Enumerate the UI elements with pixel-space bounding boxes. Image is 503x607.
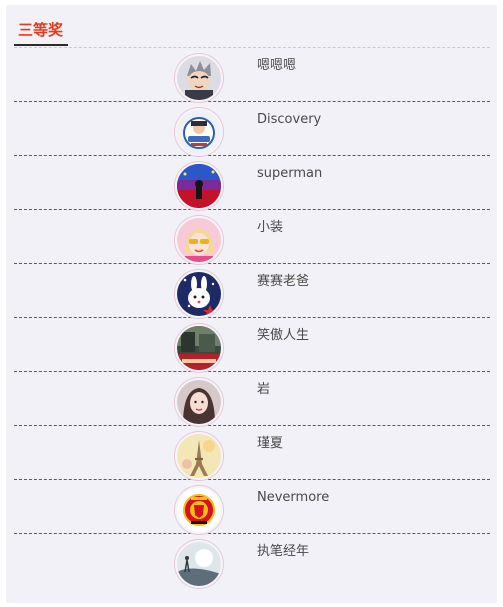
- winner-name: 执笔经年: [257, 544, 310, 559]
- winner-name: 岩: [257, 382, 271, 397]
- china-jiayou-avatar-icon: [175, 324, 223, 372]
- winner-name: 瑾夏: [257, 436, 284, 451]
- girl-sunglasses-avatar-icon: [175, 216, 223, 264]
- badge-emblem-avatar-icon: [175, 108, 223, 156]
- woman-portrait-avatar-icon: [175, 378, 223, 426]
- list-item: 嗯嗯嗯: [14, 48, 490, 102]
- winner-name: Discovery: [257, 112, 322, 127]
- list-item: 岩: [14, 372, 490, 426]
- list-item: 瑾夏: [14, 426, 490, 480]
- winner-name: superman: [257, 166, 323, 181]
- list-item: superman: [14, 156, 490, 210]
- list-item: Nevermore: [14, 480, 490, 534]
- winner-name: 嗯嗯嗯: [257, 58, 297, 73]
- list-item: 赛赛老爸: [14, 264, 490, 318]
- winner-list: 嗯嗯嗯 Discovery superman 小装 赛赛老爸 笑傲人生 岩 瑾夏…: [14, 48, 490, 588]
- white-rabbit-avatar-icon: [175, 270, 223, 318]
- eiffel-tower-avatar-icon: [175, 432, 223, 480]
- moon-silhouette-avatar-icon: [175, 540, 223, 588]
- winner-name: 小装: [257, 220, 284, 235]
- list-item: Discovery: [14, 102, 490, 156]
- list-item: 执笔经年: [14, 534, 490, 588]
- football-club-crest-avatar-icon: [175, 486, 223, 534]
- winner-name: Nevermore: [257, 490, 330, 505]
- cartoon-character-avatar-icon: [175, 54, 223, 102]
- winner-name: 赛赛老爸: [257, 274, 310, 289]
- list-item: 笑傲人生: [14, 318, 490, 372]
- list-item: 小装: [14, 210, 490, 264]
- prize-panel: 三等奖 嗯嗯嗯 Discovery superman 小装 赛赛老爸 笑傲人生 …: [6, 5, 497, 603]
- night-concert-avatar-icon: [175, 162, 223, 210]
- section-title: 三等奖: [14, 19, 68, 46]
- winner-name: 笑傲人生: [257, 328, 310, 343]
- section-header: 三等奖: [14, 5, 490, 48]
